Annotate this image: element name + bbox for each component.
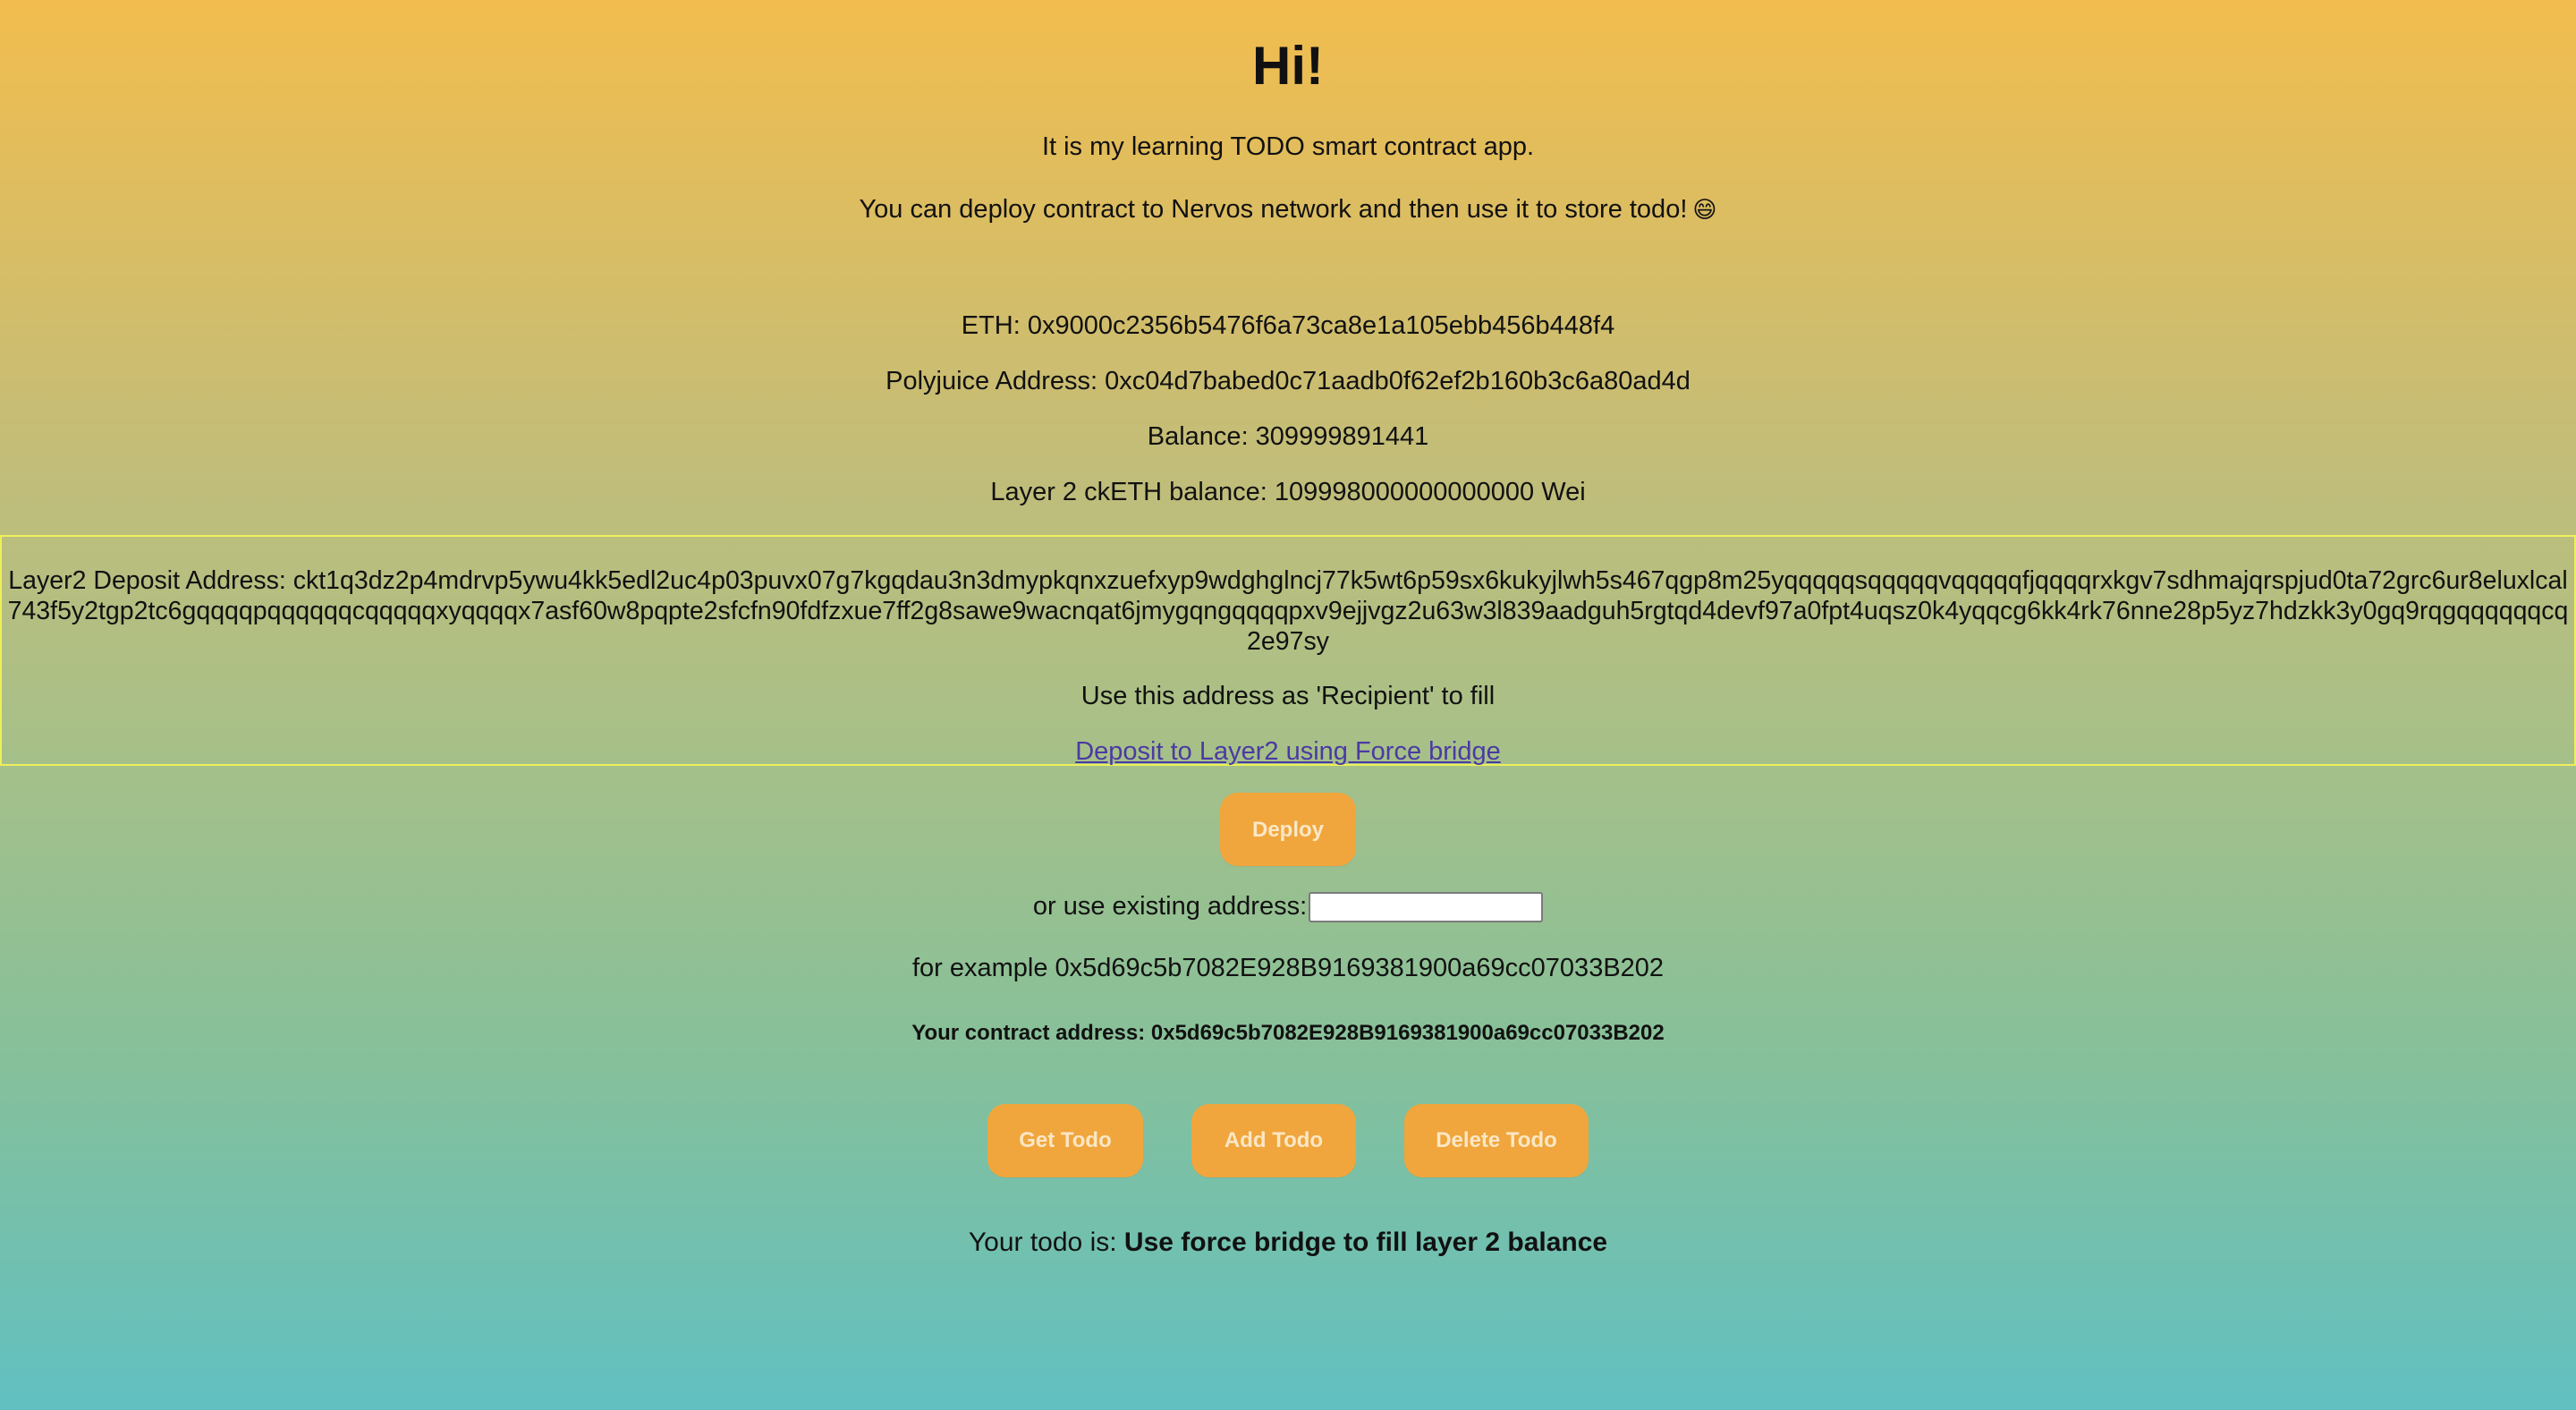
- existing-address-label: or use existing address:: [1032, 892, 1308, 921]
- current-todo: Your todo is: Use force bridge to fill l…: [0, 1226, 2576, 1260]
- account-info: ETH: 0x9000c2356b5476f6a73ca8e1a105ebb45…: [0, 310, 2576, 531]
- contract-address: Your contract address: 0x5d69c5b7082E928…: [911, 1021, 1665, 1045]
- intro-text: It is my learning TODO smart contract ap…: [1041, 132, 1535, 161]
- layer2-deposit-section: Layer2 Deposit Address: ckt1q3dz2p4mdrvp…: [0, 535, 2576, 766]
- recipient-hint: Use this address as 'Recipient' to fill: [1080, 682, 1496, 710]
- eth-address: ETH: 0x9000c2356b5476f6a73ca8e1a105ebb45…: [961, 311, 1615, 340]
- balance: Balance: 309999891441: [1147, 422, 1429, 451]
- todo-actions: Get Todo Add Todo Delete Todo: [0, 1104, 2576, 1177]
- todo-value: Use force bridge to fill layer 2 balance: [1123, 1227, 1608, 1257]
- polyjuice-address: Polyjuice Address: 0xc04d7babed0c71aadb0…: [886, 367, 1690, 395]
- force-bridge-link[interactable]: Deposit to Layer2 using Force bridge: [1075, 735, 1501, 768]
- intro-deploy-text: You can deploy contract to Nervos networ…: [0, 193, 2576, 225]
- get-todo-button[interactable]: Get Todo: [987, 1104, 1143, 1177]
- existing-address-row: or use existing address:: [0, 889, 2576, 923]
- todo-app-page: Hi! It is my learning TODO smart contrac…: [0, 0, 2576, 1410]
- layer2-deposit-address: Layer2 Deposit Address: ckt1q3dz2p4mdrvp…: [7, 566, 2569, 656]
- todo-prefix: Your todo is:: [968, 1227, 1124, 1257]
- existing-address-input[interactable]: [1309, 892, 1544, 923]
- example-address: for example 0x5d69c5b7082E928B9169381900…: [911, 954, 1665, 982]
- deploy-button[interactable]: Deploy: [1220, 793, 1356, 866]
- delete-todo-button[interactable]: Delete Todo: [1404, 1104, 1589, 1177]
- add-todo-button[interactable]: Add Todo: [1191, 1104, 1356, 1177]
- intro-deploy-label: You can deploy contract to Nervos networ…: [859, 195, 1688, 224]
- layer2-cketh-balance: Layer 2 ckETH balance: 10999800000000000…: [990, 478, 1586, 506]
- page-title: Hi!: [1252, 36, 1324, 96]
- smile-emoji-icon: 😄: [1692, 196, 1717, 223]
- deploy-area: Deploy: [0, 793, 2576, 866]
